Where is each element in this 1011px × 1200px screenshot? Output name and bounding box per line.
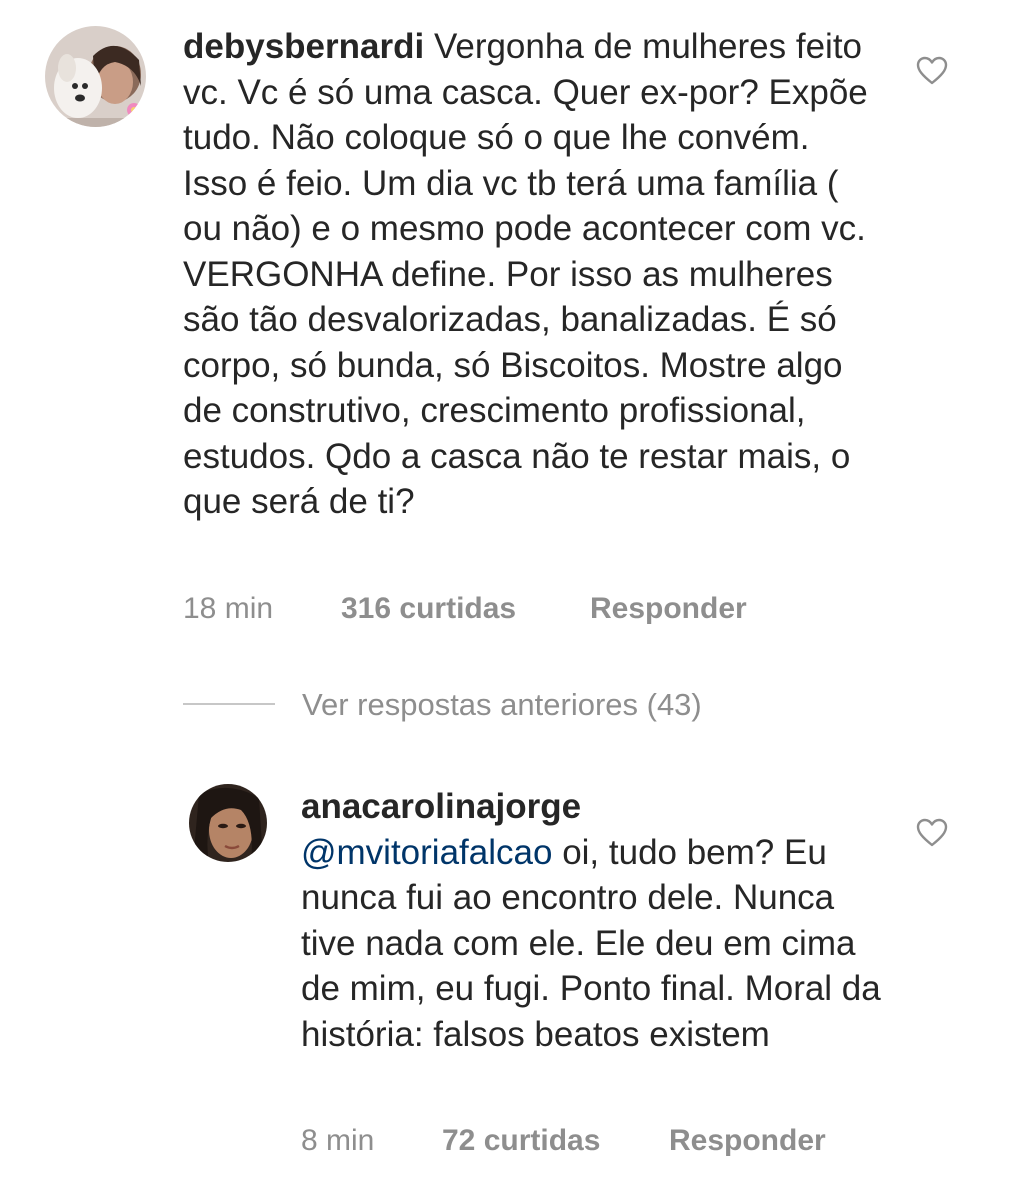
comment-time: 8 min bbox=[301, 1124, 375, 1157]
avatar-photo bbox=[45, 26, 146, 127]
comment-time: 18 min bbox=[183, 592, 274, 625]
username[interactable]: anacarolinajorge bbox=[301, 784, 891, 830]
view-replies-label: Ver respostas anteriores (43) bbox=[302, 687, 702, 722]
likes-count[interactable]: 72 curtidas bbox=[442, 1124, 600, 1158]
view-previous-replies-button[interactable]: Ver respostas anteriores (43) bbox=[183, 682, 783, 728]
avatar[interactable] bbox=[45, 26, 146, 127]
comment-text-block: anacarolinajorge @mvitoriafalcao oi, tud… bbox=[301, 784, 891, 1057]
comment-text: Vergonha de mulheres feito vc. Vc é só u… bbox=[183, 27, 868, 521]
divider-line bbox=[183, 703, 275, 705]
heart-outline-icon[interactable] bbox=[916, 56, 948, 86]
avatar[interactable] bbox=[189, 784, 267, 862]
comment-meta: 8 min 72 curtidas Responder bbox=[301, 1124, 921, 1160]
comment-debysbernardi: debysbernardi Vergonha de mulheres feito… bbox=[0, 0, 1011, 660]
comment-text-block: debysbernardi Vergonha de mulheres feito… bbox=[183, 24, 883, 525]
mention-link[interactable]: @mvitoriafalcao bbox=[301, 833, 552, 872]
avatar-photo bbox=[189, 784, 267, 862]
heart-outline-icon[interactable] bbox=[916, 818, 948, 848]
username[interactable]: debysbernardi bbox=[183, 27, 424, 66]
comment-meta: 18 min 316 curtidas Responder bbox=[183, 592, 883, 628]
likes-count[interactable]: 316 curtidas bbox=[341, 592, 516, 626]
reply-button[interactable]: Responder bbox=[669, 1124, 826, 1158]
comment-anacarolinajorge: anacarolinajorge @mvitoriafalcao oi, tud… bbox=[0, 760, 1011, 1180]
reply-button[interactable]: Responder bbox=[590, 592, 747, 626]
